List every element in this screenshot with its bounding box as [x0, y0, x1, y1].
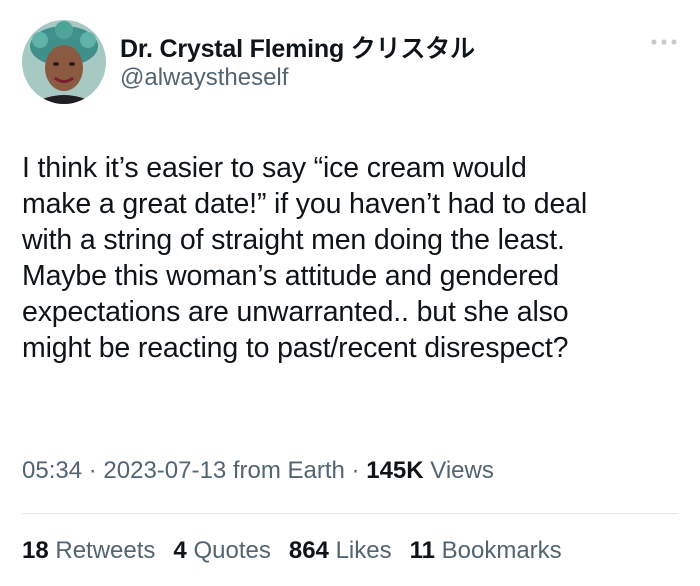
- tweet-text-line: Maybe this woman’s attitude and gendered: [22, 260, 559, 292]
- meta-separator: ·: [88, 457, 97, 484]
- avatar-image: [22, 20, 106, 104]
- tweet-text: I think it’s easier to say “ice cream wo…: [22, 150, 682, 366]
- tweet-text-line: with a string of straight men doing the …: [22, 224, 565, 256]
- bookmarks-count: 11: [409, 537, 435, 564]
- meta-separator: ·: [351, 457, 360, 484]
- likes-count: 864: [288, 537, 329, 564]
- quotes-count: 4: [173, 537, 187, 564]
- tweet-meta: 05:34 · 2023-07-13 from Earth · 145K Vie…: [22, 457, 494, 485]
- tweet-text-line: might be reacting to past/recent disresp…: [22, 332, 569, 364]
- likes-stat[interactable]: 864 Likes: [289, 537, 392, 565]
- tweet-time[interactable]: 05:34: [22, 457, 82, 484]
- more-options-button[interactable]: [646, 30, 682, 54]
- tweet-text-line: make a great date!” if you haven’t had t…: [22, 188, 588, 220]
- tweet-date[interactable]: 2023-07-13: [103, 457, 226, 484]
- views-count: 145K: [366, 457, 424, 484]
- bookmarks-label: Bookmarks: [441, 537, 562, 564]
- tweet-source: from Earth: [232, 457, 345, 484]
- author-name[interactable]: Dr. Crystal Fleming クリスタル: [120, 29, 475, 65]
- author-handle[interactable]: @alwaystheself: [120, 64, 288, 92]
- retweets-stat[interactable]: 18 Retweets: [22, 537, 155, 565]
- tweet-text-line: I think it’s easier to say “ice cream wo…: [22, 152, 527, 184]
- likes-label: Likes: [335, 537, 392, 564]
- retweets-count: 18: [22, 537, 49, 564]
- quotes-stat[interactable]: 4 Quotes: [173, 537, 270, 565]
- engagement-stats: 18 Retweets 4 Quotes 864 Likes 11 Bookma…: [22, 537, 562, 565]
- bookmarks-stat[interactable]: 11 Bookmarks: [410, 537, 562, 565]
- divider: [22, 513, 678, 514]
- avatar[interactable]: [22, 20, 106, 104]
- more-horizontal-icon: [651, 39, 677, 45]
- retweets-label: Retweets: [55, 537, 156, 564]
- tweet-text-line: expectations are unwarranted.. but she a…: [22, 296, 569, 328]
- tweet-card: Dr. Crystal Fleming クリスタル @alwaystheself…: [0, 0, 700, 586]
- views-label: Views: [430, 457, 494, 484]
- quotes-label: Quotes: [193, 537, 271, 564]
